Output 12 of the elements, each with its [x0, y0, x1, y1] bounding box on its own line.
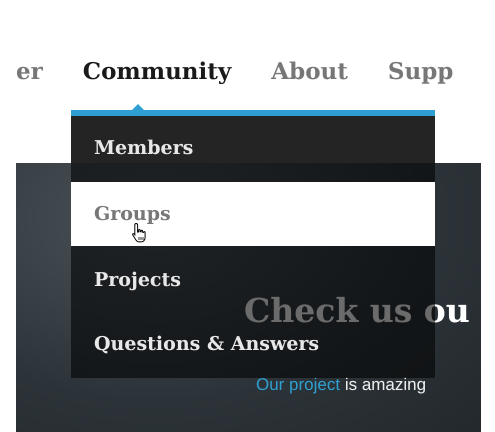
menu-item[interactable]: Projects — [94, 268, 181, 292]
nav-link[interactable]: About — [271, 58, 348, 85]
menu-item[interactable]: Groups — [94, 202, 171, 226]
project-link[interactable]: Our project — [256, 375, 340, 394]
hero-heading: ou — [424, 291, 470, 330]
menu-item[interactable]: Members — [94, 136, 194, 160]
nav-link[interactable]: er — [16, 58, 43, 85]
hero-text: Our project is amazing — [256, 375, 428, 396]
menu-item[interactable]: Questions & Answers — [94, 332, 320, 356]
nav-link[interactable]: Supp — [388, 58, 454, 85]
nav-link[interactable]: Community — [82, 58, 232, 85]
hero-heading: Check us — [244, 291, 412, 330]
